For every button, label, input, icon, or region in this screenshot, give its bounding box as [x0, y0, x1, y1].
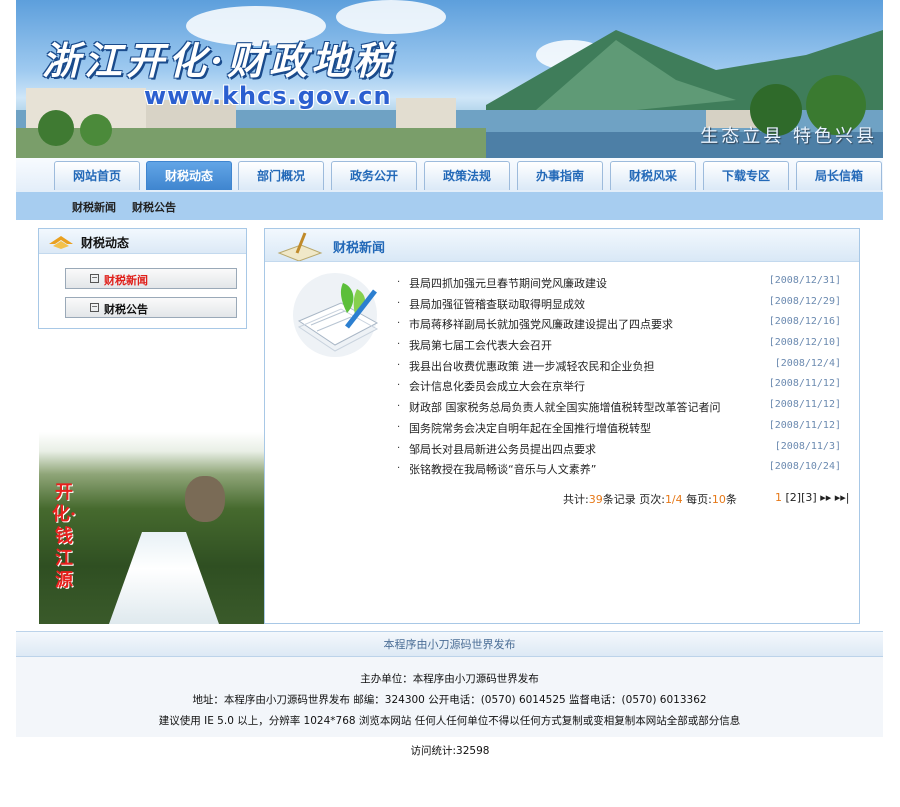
news-title[interactable]: 我县出台收费优惠政策 进一步减轻农民和企业负担: [409, 358, 655, 374]
list-item[interactable]: · 会计信息化委员会成立大会在京举行 [2008/11/12]: [397, 376, 841, 397]
nav-tab-home[interactable]: 网站首页: [54, 161, 140, 190]
sidebar-item-label: 财税公告: [104, 303, 148, 316]
news-title[interactable]: 我局第七届工会代表大会召开: [409, 337, 552, 353]
list-item[interactable]: · 我局第七届工会代表大会召开 [2008/12/10]: [397, 335, 841, 356]
list-item[interactable]: · 邹局长对县局新进公务员提出四点要求 [2008/11/3]: [397, 439, 841, 460]
bullet-icon: ·: [397, 463, 401, 475]
nav-tab-finance-news[interactable]: 财税动态: [146, 161, 232, 190]
waterfall-image: [109, 532, 219, 624]
subnav-finance-news[interactable]: 财税新闻: [72, 199, 116, 215]
news-title[interactable]: 张铭教授在我局畅谈“音乐与人文素养”: [409, 461, 596, 477]
site-banner: 浙江开化·财政地税 www.khcs.gov.cn 生态立县 特色兴县: [16, 0, 883, 158]
footer: 主办单位：本程序由小刀源码世界发布 地址：本程序由小刀源码世界发布 邮编：324…: [16, 657, 883, 737]
news-date: [2008/10/24]: [768, 461, 841, 473]
bullet-icon: ·: [397, 401, 401, 413]
bullet-icon: ·: [397, 297, 401, 309]
pager-total-label: 共计:: [563, 493, 589, 506]
sidebar-item-finance-news[interactable]: − 财税新闻: [65, 268, 237, 289]
pagination: 1 [2][3] ▸▸ ▸▸|: [775, 491, 849, 504]
bullet-icon: ·: [397, 380, 401, 392]
nav-tab-mailbox[interactable]: 局长信箱: [796, 161, 882, 190]
sidebar-item-label: 财税新闻: [104, 274, 148, 287]
news-panel: 财税新闻 · 县局四抓加强元旦春节期间党风廉政建设 [2008/12/31] · 县局…: [264, 228, 860, 624]
news-date: [2008/11/12]: [768, 399, 841, 411]
page-link-1[interactable]: 1: [775, 491, 782, 504]
news-date: [2008/12/10]: [768, 337, 841, 349]
banner-title: 浙江开化·财政地税: [42, 38, 396, 83]
list-item[interactable]: · 市局蒋移祥副局长就加强党风廉政建设提出了四点要求 [2008/12/16]: [397, 314, 841, 335]
nav-tab-guide[interactable]: 办事指南: [517, 161, 603, 190]
rock-image: [185, 476, 225, 522]
list-item[interactable]: · 张铭教授在我局畅谈“音乐与人文素养” [2008/10/24]: [397, 459, 841, 480]
pager-per-unit: 条: [725, 493, 737, 506]
news-date: [2008/11/12]: [768, 378, 841, 390]
pager-records-label: 条记录: [602, 493, 636, 506]
nav-tab-public-affairs[interactable]: 政务公开: [331, 161, 417, 190]
news-date: [2008/12/29]: [768, 295, 841, 307]
sub-nav: 财税新闻 财税公告: [16, 192, 883, 220]
pager-page-label: 页次:: [639, 493, 665, 506]
nav-tab-download[interactable]: 下载专区: [703, 161, 789, 190]
sidebar-title: 财税动态: [81, 236, 130, 250]
footer-sponsor: 主办单位：本程序由小刀源码世界发布: [360, 673, 539, 685]
last-page-icon[interactable]: ▸▸|: [835, 491, 850, 504]
banner-url: www.khcs.gov.cn: [144, 82, 392, 110]
news-title[interactable]: 县局加强征管稽查联动取得明显成效: [409, 296, 585, 312]
list-item[interactable]: · 国务院常务会决定自明年起在全国推行增值税转型 [2008/11/12]: [397, 418, 841, 439]
news-panel-header: 财税新闻: [265, 229, 859, 262]
news-title[interactable]: 县局四抓加强元旦春节期间党风廉政建设: [409, 275, 607, 291]
scenic-photo: 开化·钱江源: [39, 432, 264, 624]
footer-notice: 建议使用 IE 5.0 以上，分辨率 1024*768 浏览本网站 任何人任何单…: [158, 715, 741, 727]
news-title[interactable]: 国务院常务会决定自明年起在全国推行增值税转型: [409, 420, 651, 436]
news-date: [2008/12/16]: [768, 316, 841, 328]
news-date: [2008/11/12]: [768, 419, 841, 431]
list-item[interactable]: · 财政部 国家税务总局负责人就全国实施增值税转型改革答记者问 [2008/11/1…: [397, 397, 841, 418]
footer-contact: 地址：本程序由小刀源码世界发布 邮编：324300 公开电话：(0570) 60…: [192, 694, 707, 706]
list-item[interactable]: · 县局四抓加强元旦春节期间党风廉政建设 [2008/12/31]: [397, 273, 841, 294]
bullet-icon: ·: [397, 359, 401, 371]
nav-tab-department[interactable]: 部门概况: [238, 161, 324, 190]
bullet-icon: ·: [397, 318, 401, 330]
news-panel-title: 财税新闻: [333, 241, 386, 256]
page-link-2[interactable]: [2]: [786, 491, 802, 504]
pager-page: 1/4: [664, 493, 683, 506]
footer-bar: 本程序由小刀源码世界发布: [16, 631, 883, 657]
bullet-icon: ·: [397, 442, 401, 454]
page-link-3[interactable]: [3]: [801, 491, 817, 504]
next-page-icon[interactable]: ▸▸: [820, 491, 831, 504]
sidebar-header: 财税动态: [39, 229, 246, 254]
collapse-square-icon: −: [90, 273, 99, 283]
news-title[interactable]: 财政部 国家税务总局负责人就全国实施增值税转型改革答记者问: [409, 399, 721, 415]
pager-per: 10: [711, 493, 726, 506]
folder-arrow-icon: [49, 236, 73, 249]
visit-counter: 访问统计:32598: [410, 745, 490, 757]
bullet-icon: ·: [397, 277, 401, 288]
banner-slogan: 生态立县 特色兴县: [700, 126, 877, 147]
paper-pen-icon: [277, 232, 323, 261]
sidebar-item-finance-notice[interactable]: − 财税公告: [65, 297, 237, 318]
news-title[interactable]: 会计信息化委员会成立大会在京举行: [409, 378, 585, 394]
collapse-square-icon: −: [90, 302, 99, 312]
nav-tab-gallery[interactable]: 财税风采: [610, 161, 696, 190]
bullet-icon: ·: [397, 339, 401, 351]
pager-summary: 共计:39条记录 页次:1/4 每页:10条: [563, 491, 737, 507]
news-date: [2008/12/31]: [768, 275, 841, 286]
subnav-finance-notice[interactable]: 财税公告: [132, 199, 176, 215]
list-item[interactable]: · 县局加强征管稽查联动取得明显成效 [2008/12/29]: [397, 294, 841, 315]
document-pen-icon: [293, 273, 379, 357]
main-nav: 网站首页 财税动态 部门概况 政务公开 政策法规 办事指南 财税风采 下载专区 …: [16, 158, 883, 192]
photo-caption: 开化·钱江源: [51, 482, 77, 591]
pager-total: 39: [588, 493, 603, 506]
news-date: [2008/12/4]: [774, 357, 841, 369]
sidebar-box: 财税动态 − 财税新闻 − 财税公告: [38, 228, 247, 329]
pager-per-label: 每页:: [686, 493, 712, 506]
news-title[interactable]: 市局蒋移祥副局长就加强党风廉政建设提出了四点要求: [409, 316, 673, 332]
bullet-icon: ·: [397, 421, 401, 433]
list-item[interactable]: · 我县出台收费优惠政策 进一步减轻农民和企业负担 [2008/12/4]: [397, 356, 841, 377]
news-date: [2008/11/3]: [774, 440, 841, 452]
news-title[interactable]: 邹局长对县局新进公务员提出四点要求: [409, 441, 596, 457]
nav-tab-policy[interactable]: 政策法规: [424, 161, 510, 190]
news-list: · 县局四抓加强元旦春节期间党风廉政建设 [2008/12/31] · 县局加强征管稽…: [397, 273, 841, 480]
